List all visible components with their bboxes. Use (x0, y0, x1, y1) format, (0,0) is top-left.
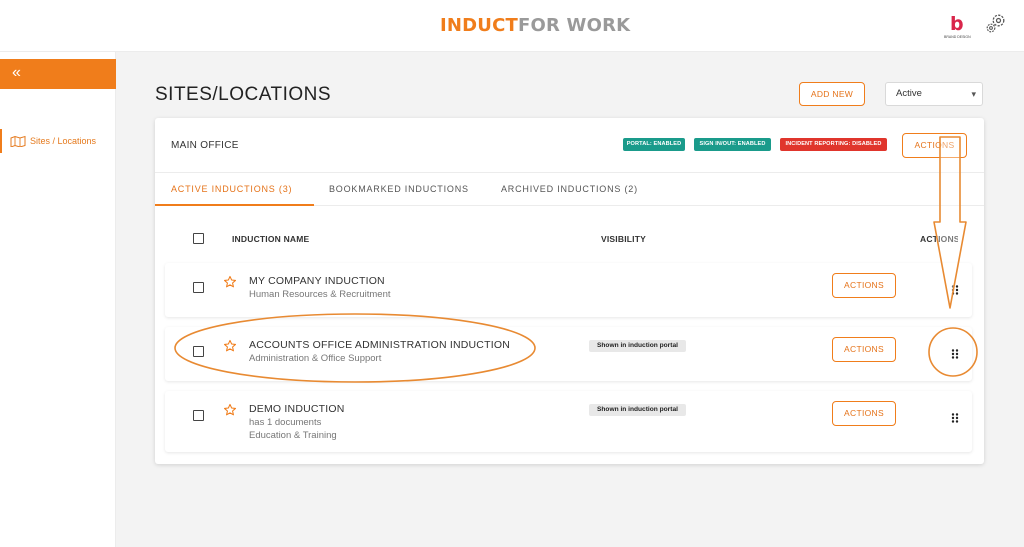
card-divider (155, 172, 984, 173)
row-checkbox[interactable] (193, 410, 204, 421)
drag-handle-icon[interactable] (951, 413, 959, 423)
visibility-badge: Shown in induction portal (589, 404, 686, 416)
row-checkbox[interactable] (193, 282, 204, 293)
induction-name[interactable]: DEMO INDUCTION (249, 403, 345, 415)
map-icon (10, 135, 26, 147)
sidebar-item-sites-locations[interactable]: Sites / Locations (0, 129, 116, 153)
column-header-visibility[interactable]: VISIBILITY (601, 234, 646, 244)
table-row[interactable]: ACCOUNTS OFFICE ADMINISTRATION INDUCTION… (165, 327, 972, 381)
drag-handle-icon[interactable] (951, 349, 959, 359)
drag-handle-icon[interactable] (951, 285, 959, 295)
incident-reporting-status-badge: INCIDENT REPORTING: DISABLED (780, 138, 887, 151)
visibility-badge: Shown in induction portal (589, 340, 686, 352)
induction-category: Administration & Office Support (249, 353, 382, 364)
active-tab-indicator (155, 204, 314, 206)
row-checkbox[interactable] (193, 346, 204, 357)
induction-category: Education & Training (249, 430, 337, 441)
column-header-actions: ACTIONS (920, 234, 958, 244)
induction-category: Human Resources & Recruitment (249, 289, 391, 300)
logo-part-for-work: FOR WORK (518, 15, 631, 36)
brand-text: BRAND DESIGN (944, 35, 971, 39)
status-filter-value: Active (896, 88, 922, 99)
brand-design-logo[interactable]: b BRAND DESIGN (944, 13, 971, 39)
add-new-button[interactable]: ADD NEW (799, 82, 865, 106)
chevron-down-icon: ▾ (971, 89, 976, 99)
app-logo[interactable]: INDUCTFOR WORK (440, 15, 630, 36)
row-actions-button[interactable]: ACTIONS (832, 273, 896, 298)
page-title: SITES/LOCATIONS (155, 84, 332, 105)
row-actions-button[interactable]: ACTIONS (832, 401, 896, 426)
bookmark-star-icon[interactable] (223, 275, 237, 289)
top-bar: INDUCTFOR WORK b BRAND DESIGN (0, 0, 1024, 52)
bookmark-star-icon[interactable] (223, 403, 237, 417)
double-chevron-left-icon: « (12, 64, 21, 81)
table-row[interactable]: DEMO INDUCTION has 1 documents Education… (165, 391, 972, 452)
brand-letter: b (950, 13, 964, 35)
column-header-induction-name[interactable]: INDUCTION NAME (232, 234, 309, 244)
induction-name[interactable]: ACCOUNTS OFFICE ADMINISTRATION INDUCTION (249, 339, 510, 351)
induction-document-count: has 1 documents (249, 417, 322, 428)
tab-bookmarked-inductions[interactable]: BOOKMARKED INDUCTIONS (329, 184, 469, 194)
portal-status-badge: PORTAL: ENABLED (623, 138, 685, 151)
sign-in-out-status-badge: SIGN IN/OUT: ENABLED (694, 138, 771, 151)
bookmark-star-icon[interactable] (223, 339, 237, 353)
status-filter-select[interactable]: Active ▾ (885, 82, 983, 106)
settings-gear-icon[interactable] (984, 12, 1008, 36)
sidebar-collapse-button[interactable]: « (0, 59, 116, 89)
select-all-checkbox[interactable] (193, 233, 204, 244)
tab-active-inductions[interactable]: ACTIVE INDUCTIONS (3) (171, 184, 292, 194)
induction-name[interactable]: MY COMPANY INDUCTION (249, 275, 385, 287)
site-card: MAIN OFFICE PORTAL: ENABLED SIGN IN/OUT:… (155, 118, 984, 464)
site-actions-button[interactable]: ACTIONS (902, 133, 967, 158)
logo-part-induct: INDUCT (440, 15, 519, 36)
site-name: MAIN OFFICE (171, 140, 239, 151)
sidebar-item-label: Sites / Locations (30, 136, 97, 146)
row-actions-button[interactable]: ACTIONS (832, 337, 896, 362)
table-row[interactable]: MY COMPANY INDUCTION Human Resources & R… (165, 263, 972, 317)
sidebar: « Sites / Locations (0, 52, 116, 547)
tab-archived-inductions[interactable]: ARCHIVED INDUCTIONS (2) (501, 184, 638, 194)
